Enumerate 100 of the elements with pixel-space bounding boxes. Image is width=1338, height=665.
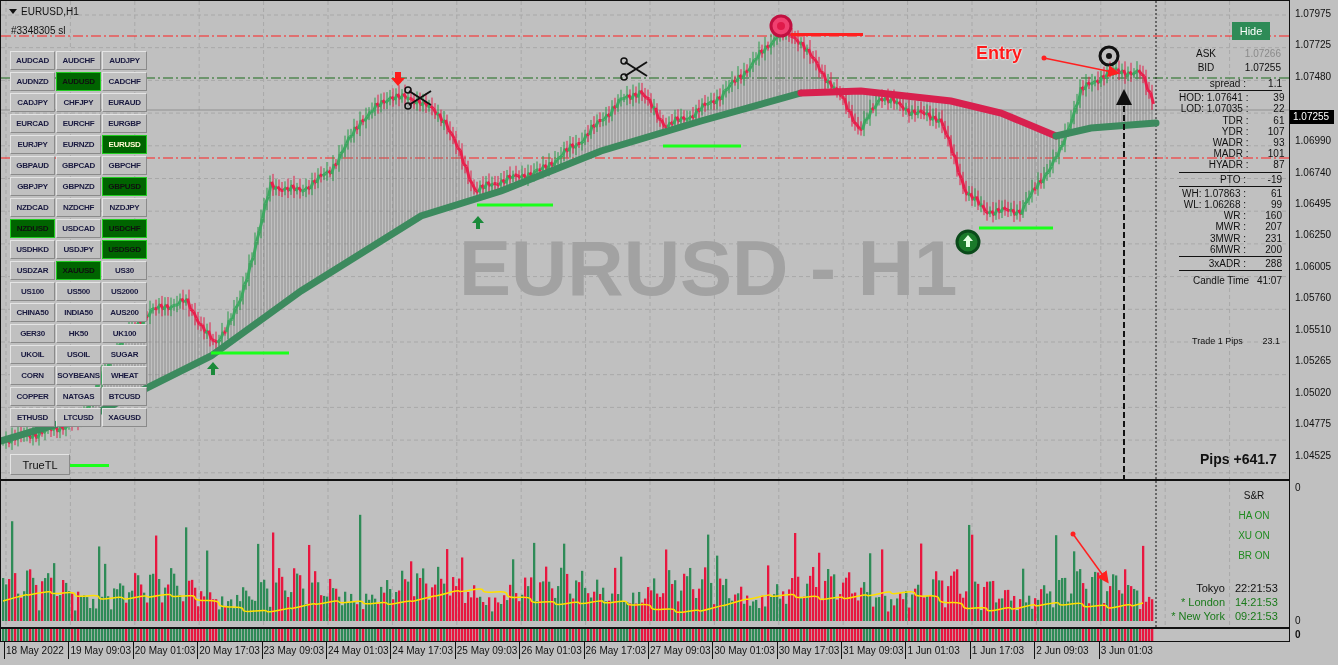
symbol-button[interactable]: AUDNZD [10,72,55,91]
price-axis-label: 1.07725 [1294,38,1333,53]
stat-label: TDR : [1221,114,1249,126]
stat-value: 207 [1264,221,1282,233]
symbol-button[interactable]: NZDCAD [10,198,55,217]
stat-label: spread : [1208,78,1246,90]
symbol-button[interactable]: EURNZD [56,135,101,154]
symbol-button[interactable]: AUDJPY [102,51,147,70]
symbol-button[interactable]: USDZAR [10,261,55,280]
symbol-button[interactable]: EURGBP [102,114,147,133]
stat-label: 3MWR : [1208,232,1246,244]
symbol-button[interactable]: INDIA50 [56,303,101,322]
time-axis-label: 18 May 2022 [4,642,69,659]
time-axis-label: 27 May 09:03 [647,642,713,659]
symbol-button[interactable]: NZDJPY [102,198,147,217]
stat-label: WL: 1.06268 : [1182,199,1246,211]
symbol-button[interactable]: CHFJPY [56,93,101,112]
stat-label: LOD: 1.07035 : [1179,103,1249,115]
symbol-button[interactable]: EURAUD [102,93,147,112]
symbol-button[interactable]: GBPCHF [102,156,147,175]
time-axis-label: 30 May 17:03 [776,642,842,659]
price-axis-label: 1.04775 [1294,417,1333,432]
symbol-button[interactable]: US30 [102,261,147,280]
quote-label: ASK [1195,47,1217,60]
symbol-button[interactable]: LTCUSD [56,408,101,427]
dropdown-icon[interactable] [9,9,17,14]
symbol-button[interactable]: CADCHF [102,72,147,91]
indicator-flag-label: HA ON [1238,509,1270,523]
symbol-button[interactable]: GER30 [10,324,55,343]
order-label: #3348305 sl [11,25,66,36]
symbol-button[interactable]: HK50 [56,324,101,343]
symbol-button[interactable]: GBPCAD [56,156,101,175]
symbol-button[interactable]: COPPER [10,387,55,406]
symbol-button[interactable]: BTCUSD [102,387,147,406]
symbol-button[interactable]: EURCAD [10,114,55,133]
resistance-line [791,33,863,36]
symbol-button[interactable]: NATGAS [56,387,101,406]
stat-value: 107 [1266,125,1285,137]
symbol-button[interactable]: AUS200 [102,303,147,322]
symbol-button[interactable]: SUGAR [102,345,147,364]
pips-total: Pips +641.7 [1200,451,1277,467]
symbol-button[interactable]: CORN [10,366,55,385]
quote-label: BID [1196,61,1216,74]
symbol-button[interactable]: AUDCHF [56,51,101,70]
symbol-button[interactable]: US2000 [102,282,147,301]
strip-axis-label: 0 [1295,629,1301,640]
session-name: * New York [1170,609,1225,623]
symbol-button[interactable]: XAGUSD [102,408,147,427]
time-axis-label: 30 May 01:03 [712,642,777,659]
symbol-button[interactable]: US500 [56,282,101,301]
symbol-button[interactable]: SOYBEANS [56,366,101,385]
symbol-button[interactable]: GBPJPY [10,177,55,196]
symbol-button[interactable]: ETHUSD [10,408,55,427]
quote-value: 1.07255 [1243,61,1281,74]
stat-value: 61 [1269,187,1282,200]
symbol-button[interactable]: GBPAUD [10,156,55,175]
up-arrow-icon [472,216,484,229]
support-line [69,464,109,467]
down-arrow-icon [391,72,405,86]
symbol-button[interactable]: USDJPY [56,240,101,259]
indicator-axis-label: 0 [1295,615,1302,626]
symbol-button[interactable]: UKOIL [10,345,55,364]
price-axis-label: 1.05760 [1294,291,1333,306]
symbol-button[interactable]: US100 [10,282,55,301]
price-axis-label: 1.04525 [1294,448,1333,463]
time-axis-label: 31 May 09:03 [841,642,906,659]
stat-label: WH: 1.07863 : [1181,187,1246,200]
symbol-button[interactable]: USDCAD [56,219,101,238]
truetl-button[interactable]: TrueTL [10,454,70,475]
time-axis-label: 1 Jun 17:03 [969,642,1035,659]
symbol-button[interactable]: UK100 [102,324,147,343]
ring-marker-icon [1098,45,1120,67]
trade-value: 23.1 [1262,336,1280,346]
time-axis-label: 1 Jun 01:03 [905,642,970,659]
arrow [1070,531,1109,584]
indicator-flag-label: XU ON [1238,529,1270,543]
stat-label: MWR : [1214,221,1246,233]
symbol-button[interactable]: WHEAT [102,366,147,385]
stat-label: 3xADR : [1207,258,1246,270]
stat-value: 99 [1269,199,1282,211]
symbol-button[interactable]: EURUSD [102,135,147,154]
symbol-button[interactable]: USOIL [56,345,101,364]
symbol-button[interactable]: USDHKD [10,240,55,259]
symbol-button[interactable]: GBPNZD [56,177,101,196]
symbol-button[interactable]: EURJPY [10,135,55,154]
symbol-button[interactable]: CADJPY [10,93,55,112]
symbol-button[interactable]: AUDCAD [10,51,55,70]
symbol-button[interactable]: CHINA50 [10,303,55,322]
hide-button[interactable]: Hide [1232,22,1270,40]
price-axis-label: 1.06740 [1294,165,1333,180]
price-axis-label: 1.06990 [1294,134,1333,149]
stat-label: WR : [1222,210,1246,222]
symbol-button[interactable]: NZDCHF [56,198,101,217]
time-axis-label: 2 Jun 09:03 [1034,642,1099,659]
stat-label: 6MWR : [1208,243,1246,256]
stat-value: 93 [1272,137,1285,149]
time-axis-label: 24 May 17:03 [390,642,455,659]
symbol-button[interactable]: EURCHF [56,114,101,133]
time-axis-label: 23 May 09:03 [261,642,326,659]
price-axis-label: 1.07480 [1294,69,1333,84]
